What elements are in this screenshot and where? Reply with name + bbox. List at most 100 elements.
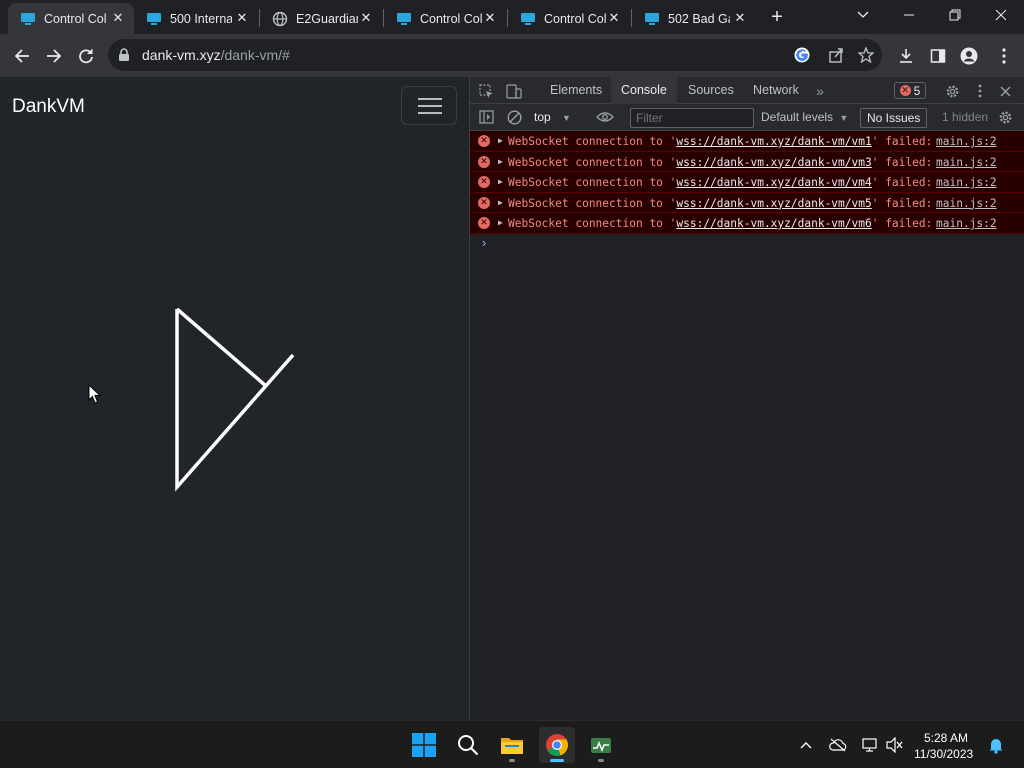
source-link[interactable]: main.js:2 — [936, 217, 997, 230]
side-panel-icon — [930, 49, 946, 63]
navbar-toggle-button[interactable] — [401, 86, 457, 125]
browser-tab-2[interactable]: 500 Interna ✕ — [134, 3, 258, 34]
share-button[interactable] — [826, 45, 846, 65]
expand-triangle-icon[interactable]: ▶ — [498, 218, 503, 227]
close-icon — [1000, 86, 1010, 96]
tab-elements[interactable]: Elements — [540, 77, 612, 104]
notifications-button[interactable] — [986, 735, 1006, 755]
browser-tab-5[interactable]: Control Col ✕ — [508, 3, 630, 34]
tab-sources[interactable]: Sources — [678, 77, 744, 104]
restore-button[interactable] — [935, 0, 975, 30]
folder-icon — [501, 738, 523, 754]
chrome-menu-button[interactable] — [994, 46, 1014, 66]
profile-button[interactable] — [959, 46, 979, 66]
network-icon — [862, 738, 877, 752]
reload-button[interactable] — [72, 42, 100, 70]
close-icon[interactable]: ✕ — [483, 11, 497, 25]
console-error-row[interactable]: ✕ ▶ WebSocket connection to 'wss://dank-… — [470, 172, 1024, 193]
start-button[interactable] — [406, 727, 442, 763]
downloads-button[interactable] — [896, 46, 916, 66]
network-tray-button[interactable] — [860, 735, 880, 755]
expand-triangle-icon[interactable]: ▶ — [498, 157, 503, 166]
websocket-url-link[interactable]: wss://dank-vm.xyz/dank-vm/vm4 — [676, 176, 871, 189]
tab-search-button[interactable] — [843, 0, 883, 30]
search-button[interactable] — [450, 727, 486, 763]
tab-label: 502 Bad Ga — [668, 11, 730, 26]
console-error-row[interactable]: ✕ ▶ WebSocket connection to 'wss://dank-… — [470, 131, 1024, 152]
source-link[interactable]: main.js:2 — [936, 176, 997, 189]
system-clock[interactable]: 5:28 AM 11/30/2023 — [914, 730, 973, 762]
task-manager-button[interactable] — [583, 727, 619, 763]
close-window-button[interactable] — [981, 0, 1021, 30]
bookmark-button[interactable] — [856, 45, 876, 65]
more-tabs-icon[interactable]: » — [811, 82, 829, 100]
forward-button[interactable] — [40, 42, 68, 70]
chrome-icon — [546, 734, 568, 756]
google-lens-button[interactable] — [792, 45, 812, 65]
issues-button[interactable]: No Issues — [860, 108, 928, 128]
live-expression-button[interactable] — [596, 108, 614, 126]
settings-button[interactable] — [943, 82, 961, 100]
minimize-button[interactable] — [889, 0, 929, 30]
back-button[interactable] — [8, 42, 36, 70]
log-levels-label: Default levels — [761, 110, 834, 124]
inspect-element-button[interactable] — [477, 82, 495, 100]
onedrive-tray-button[interactable] — [828, 735, 848, 755]
context-selector[interactable]: top ▼ — [534, 110, 571, 124]
console-filter-input[interactable] — [630, 108, 754, 128]
console-error-row[interactable]: ✕ ▶ WebSocket connection to 'wss://dank-… — [470, 192, 1024, 213]
browser-tab-6[interactable]: 502 Bad Ga ✕ — [632, 3, 756, 34]
error-prefix: WebSocket connection to ' — [508, 196, 677, 210]
device-icon — [506, 83, 522, 99]
websocket-url-link[interactable]: wss://dank-vm.xyz/dank-vm/vm3 — [676, 156, 871, 169]
dropdown-arrow-icon: ▼ — [562, 113, 571, 123]
websocket-url-link[interactable]: wss://dank-vm.xyz/dank-vm/vm5 — [676, 197, 871, 210]
device-toolbar-button[interactable] — [505, 82, 523, 100]
side-panel-button[interactable] — [928, 46, 948, 66]
show-sidebar-button[interactable] — [477, 108, 495, 126]
globe-icon — [272, 11, 288, 26]
lock-icon[interactable] — [118, 48, 130, 62]
windows-taskbar: 5:28 AM 11/30/2023 — [0, 720, 1024, 768]
websocket-url-link[interactable]: wss://dank-vm.xyz/dank-vm/vm1 — [676, 135, 871, 148]
source-link[interactable]: main.js:2 — [936, 156, 997, 169]
running-indicator — [509, 759, 515, 762]
error-icon: ✕ — [478, 196, 490, 209]
file-explorer-button[interactable] — [494, 727, 530, 763]
close-icon[interactable]: ✕ — [607, 11, 621, 25]
tab-console[interactable]: Console — [611, 77, 677, 104]
source-link[interactable]: main.js:2 — [936, 197, 997, 210]
console-messages: ✕ ▶ WebSocket connection to 'wss://dank-… — [470, 131, 1024, 250]
browser-tab-4[interactable]: Control Col ✕ — [384, 3, 506, 34]
close-icon[interactable]: ✕ — [359, 11, 373, 25]
websocket-url-link[interactable]: wss://dank-vm.xyz/dank-vm/vm6 — [676, 217, 871, 230]
close-devtools-button[interactable] — [996, 82, 1014, 100]
console-settings-button[interactable] — [996, 108, 1014, 126]
clear-console-button[interactable] — [505, 108, 523, 126]
devtools-panel: Elements Console Sources Network » ✕ 5 t… — [469, 77, 1024, 720]
log-levels-dropdown[interactable]: Default levels ▼ — [761, 110, 848, 124]
console-prompt[interactable]: › — [482, 235, 486, 250]
close-icon[interactable]: ✕ — [235, 11, 249, 25]
close-icon[interactable]: ✕ — [111, 11, 125, 25]
volume-tray-button[interactable] — [885, 735, 905, 755]
close-icon[interactable]: ✕ — [733, 11, 747, 25]
devtools-menu-button[interactable] — [971, 82, 989, 100]
expand-triangle-icon[interactable]: ▶ — [498, 198, 503, 207]
browser-tab-1[interactable]: Control Col ✕ — [8, 3, 134, 34]
new-tab-button[interactable]: + — [766, 6, 788, 28]
source-link[interactable]: main.js:2 — [936, 135, 997, 148]
console-error-row[interactable]: ✕ ▶ WebSocket connection to 'wss://dank-… — [470, 213, 1024, 234]
dropdown-arrow-icon: ▼ — [839, 113, 849, 123]
error-count-badge[interactable]: ✕ 5 — [894, 82, 926, 99]
expand-triangle-icon[interactable]: ▶ — [498, 177, 503, 186]
show-hidden-icons-button[interactable] — [796, 735, 816, 755]
error-suffix: ' failed: — [871, 135, 933, 148]
brand-title[interactable]: DankVM — [12, 96, 85, 118]
tab-network[interactable]: Network — [743, 77, 809, 104]
expand-triangle-icon[interactable]: ▶ — [498, 136, 503, 145]
browser-tab-3[interactable]: E2Guardian ✕ — [260, 3, 382, 34]
chrome-taskbar-button[interactable] — [539, 727, 575, 763]
address-bar[interactable]: dank-vm.xyz/dank-vm/# — [108, 39, 882, 71]
console-error-row[interactable]: ✕ ▶ WebSocket connection to 'wss://dank-… — [470, 151, 1024, 172]
